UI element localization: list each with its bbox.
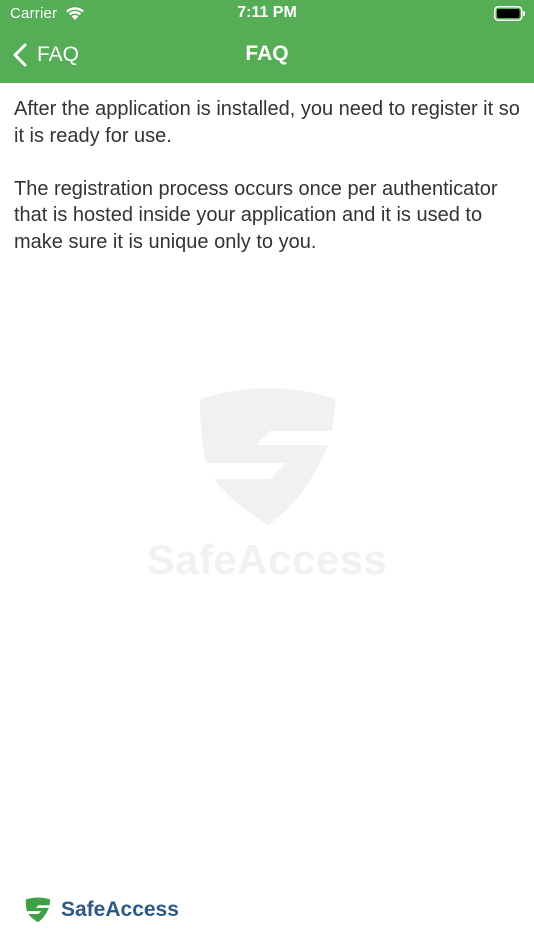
status-bar: Carrier 7:11 PM <box>0 0 534 28</box>
footer-brand: SafeAccess <box>61 898 179 921</box>
navigation-bar: FAQ FAQ <box>0 28 534 83</box>
battery-icon <box>494 6 525 21</box>
footer-logo: SafeAccess <box>25 895 179 925</box>
faq-screen: Carrier 7:11 PM FAQ FAQ After the applic… <box>0 0 534 950</box>
answer-paragraph-1: After the application is installed, you … <box>14 98 520 147</box>
faq-answer: After the application is installed, you … <box>14 96 520 282</box>
page-title: FAQ <box>245 42 289 65</box>
status-time: 7:11 PM <box>237 4 297 21</box>
watermark-brand: SafeAccess <box>146 536 388 583</box>
shield-logo-icon <box>25 897 51 923</box>
answer-paragraph-2: The registration process occurs once per… <box>14 177 498 253</box>
shield-logo-watermark-icon <box>200 388 336 525</box>
header: Carrier 7:11 PM FAQ FAQ <box>0 0 534 83</box>
